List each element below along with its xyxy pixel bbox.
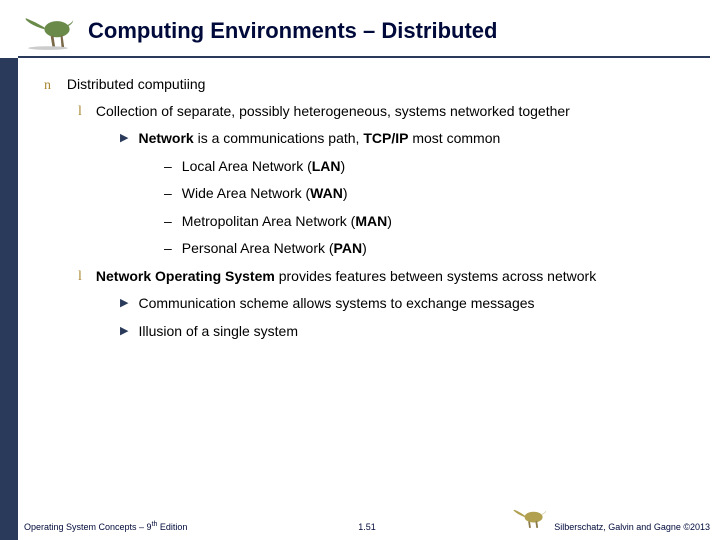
bullet-text: Communication scheme allows systems to e…: [138, 295, 534, 313]
slide-title: Computing Environments – Distributed: [88, 18, 497, 44]
bullet-text: Network is a communications path, TCP/IP…: [138, 130, 500, 148]
dash-icon: –: [164, 213, 172, 231]
slide-number: 1.51: [358, 522, 376, 532]
bullet-lvl4: – Local Area Network (LAN): [164, 158, 700, 176]
bullet-lvl2: l Collection of separate, possibly heter…: [78, 103, 700, 121]
dinosaur-icon: [512, 506, 548, 532]
bullet-marker: l: [78, 268, 82, 286]
dinosaur-icon: [18, 10, 78, 52]
dash-icon: –: [164, 240, 172, 258]
dash-icon: –: [164, 185, 172, 203]
bullet-text: Local Area Network (LAN): [182, 158, 345, 176]
slide-content: n Distributed computiing l Collection of…: [44, 70, 700, 500]
dash-icon: –: [164, 158, 172, 176]
bullet-text: Metropolitan Area Network (MAN): [182, 213, 392, 231]
bullet-lvl4: – Personal Area Network (PAN): [164, 240, 700, 258]
footer-right: Silberschatz, Galvin and Gagne ©2013: [512, 506, 710, 532]
bullet-text: Illusion of a single system: [138, 323, 298, 341]
bullet-lvl4: – Metropolitan Area Network (MAN): [164, 213, 700, 231]
bullet-lvl1: n Distributed computiing: [44, 76, 700, 95]
bullet-text: Personal Area Network (PAN): [182, 240, 367, 258]
bullet-text: Wide Area Network (WAN): [182, 185, 348, 203]
bullet-lvl2: l Network Operating System provides feat…: [78, 268, 700, 286]
bullet-marker: n: [44, 78, 51, 93]
slide-header: Computing Environments – Distributed: [18, 6, 710, 58]
bullet-text: Collection of separate, possibly heterog…: [96, 103, 570, 121]
arrow-icon: ▶: [120, 132, 128, 148]
bullet-text: Distributed computiing: [67, 76, 206, 92]
bullet-marker: l: [78, 103, 82, 121]
arrow-icon: ▶: [120, 297, 128, 313]
slide-footer: Operating System Concepts – 9th Edition …: [24, 506, 710, 532]
arrow-icon: ▶: [120, 325, 128, 341]
bullet-lvl3: ▶ Illusion of a single system: [120, 323, 700, 341]
bullet-lvl4: – Wide Area Network (WAN): [164, 185, 700, 203]
bullet-lvl3: ▶ Network is a communications path, TCP/…: [120, 130, 700, 148]
footer-left: Operating System Concepts – 9th Edition: [24, 521, 187, 532]
bullet-text: Network Operating System provides featur…: [96, 268, 596, 286]
bullet-lvl3: ▶ Communication scheme allows systems to…: [120, 295, 700, 313]
sidebar-accent: [0, 58, 18, 540]
